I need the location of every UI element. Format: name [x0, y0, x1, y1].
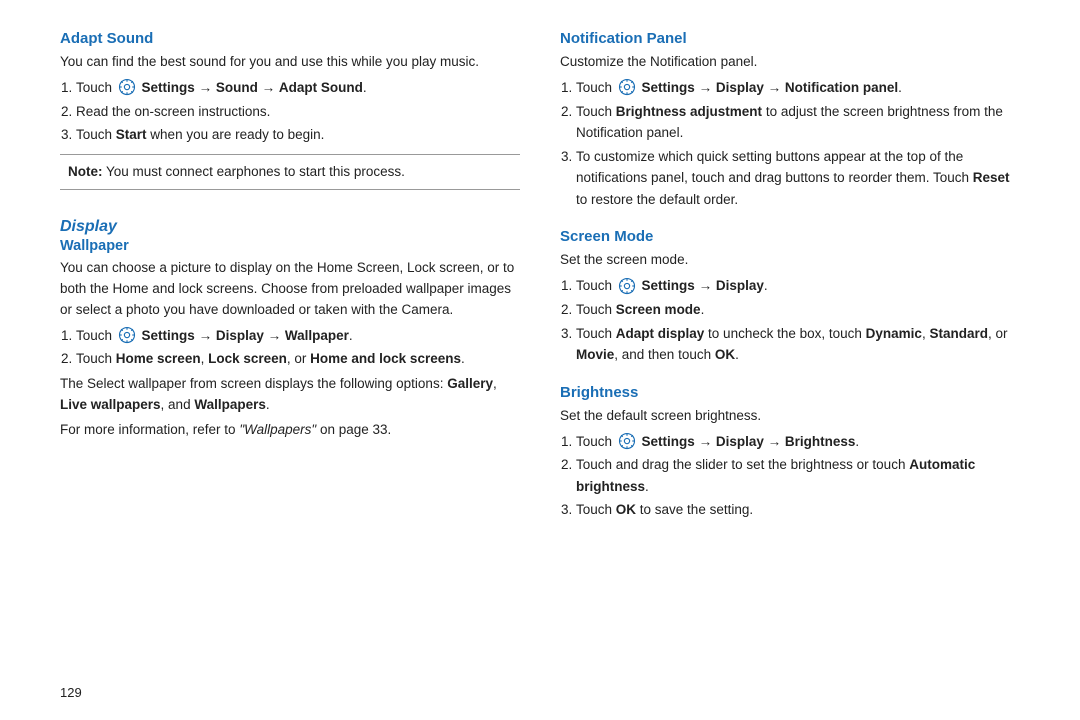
settings-icon-4: [618, 277, 636, 295]
step1-text: Settings → Sound → Adapt Sound.: [142, 80, 367, 95]
display-title: Display: [60, 218, 520, 236]
screen-mode-body: Set the screen mode.: [560, 250, 1020, 271]
notification-step-1: Touch Settings → Display → Notificatio: [576, 77, 1020, 99]
brightness-step-1: Touch Settings → Display → Brightness.: [576, 431, 1020, 453]
brightness-step-3: Touch OK to save the setting.: [576, 499, 1020, 521]
notification-panel-body: Customize the Notification panel.: [560, 52, 1020, 73]
adapt-sound-note: Note: You must connect earphones to star…: [60, 154, 520, 190]
section-notification-panel: Notification Panel Customize the Notific…: [560, 30, 1020, 214]
wallpaper-body: You can choose a picture to display on t…: [60, 258, 520, 321]
right-column: Notification Panel Customize the Notific…: [560, 30, 1020, 690]
adapt-sound-steps: Touch Settings → Sound → Adapt Sound.: [60, 77, 520, 146]
wallpaper-step-1: Touch Settings → Display → Wallpaper.: [76, 325, 520, 347]
left-column: Adapt Sound You can find the best sound …: [60, 30, 520, 690]
section-display: Display Wallpaper You can choose a pictu…: [60, 218, 520, 445]
screen-mode-title: Screen Mode: [560, 228, 1020, 245]
adapt-sound-step-2: Read the on-screen instructions.: [76, 101, 520, 123]
wallpaper-footer: For more information, refer to "Wallpape…: [60, 420, 520, 441]
adapt-sound-step-1: Touch Settings → Sound → Adapt Sound.: [76, 77, 520, 99]
notification-panel-title: Notification Panel: [560, 30, 1020, 47]
wallpaper-step-2: Touch Home screen, Lock screen, or Home …: [76, 348, 520, 370]
page-content: Adapt Sound You can find the best sound …: [0, 0, 1080, 720]
notification-panel-steps: Touch Settings → Display → Notificatio: [560, 77, 1020, 211]
settings-icon-3: [618, 78, 636, 96]
section-adapt-sound: Adapt Sound You can find the best sound …: [60, 30, 520, 204]
section-brightness: Brightness Set the default screen bright…: [560, 384, 1020, 525]
screen-mode-steps: Touch Settings → Display.: [560, 275, 1020, 365]
notification-step-2: Touch Brightness adjustment to adjust th…: [576, 101, 1020, 144]
wallpaper-title: Wallpaper: [60, 238, 520, 254]
notif-step1-text: Settings → Display → Notification panel.: [642, 80, 902, 95]
section-screen-mode: Screen Mode Set the screen mode. Touch: [560, 228, 1020, 369]
wallpaper-steps: Touch Settings → Display → Wallpaper.: [60, 325, 520, 370]
screen-mode-step-2: Touch Screen mode.: [576, 299, 1020, 321]
brightness-step-2: Touch and drag the slider to set the bri…: [576, 454, 1020, 497]
screen-mode-step1-text: Settings → Display.: [642, 278, 768, 293]
settings-icon-2: [118, 326, 136, 344]
settings-icon-5: [618, 432, 636, 450]
brightness-body: Set the default screen brightness.: [560, 406, 1020, 427]
wallpaper-body2: The Select wallpaper from screen display…: [60, 374, 520, 416]
brightness-step1-text: Settings → Display → Brightness.: [642, 434, 860, 449]
brightness-title: Brightness: [560, 384, 1020, 401]
screen-mode-step-1: Touch Settings → Display.: [576, 275, 1020, 297]
page-number: 129: [60, 685, 82, 700]
screen-mode-step-3: Touch Adapt display to uncheck the box, …: [576, 323, 1020, 366]
adapt-sound-body: You can find the best sound for you and …: [60, 52, 520, 73]
settings-icon-1: [118, 78, 136, 96]
adapt-sound-step-3: Touch Start when you are ready to begin.: [76, 124, 520, 146]
notification-step-3: To customize which quick setting buttons…: [576, 146, 1020, 211]
wallpaper-step1-text: Settings → Display → Wallpaper.: [142, 328, 353, 343]
brightness-steps: Touch Settings → Display → Brightness.: [560, 431, 1020, 521]
adapt-sound-title: Adapt Sound: [60, 30, 520, 47]
